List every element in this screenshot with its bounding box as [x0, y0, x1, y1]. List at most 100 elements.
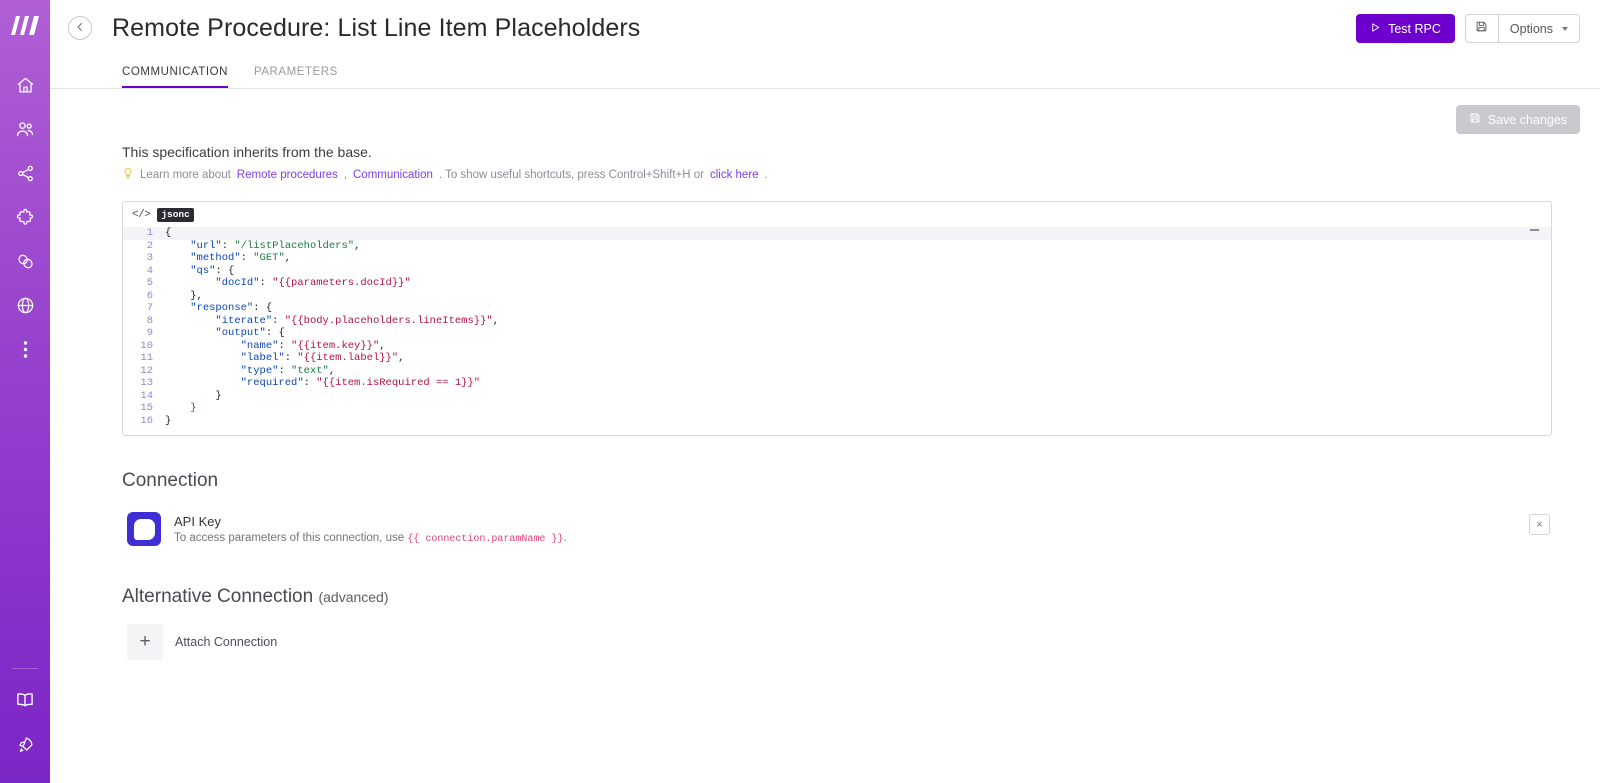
line-number: 5	[146, 277, 153, 289]
code-text: "qs": {	[190, 264, 235, 277]
sidebar-item-webhooks[interactable]	[6, 286, 44, 324]
tab-communication[interactable]: Communication	[122, 66, 228, 88]
collapse-fold-icon[interactable]	[1530, 229, 1539, 231]
code-editor[interactable]: </> jsonc 1{2 "url": "/listPlaceholders"…	[122, 201, 1552, 436]
code-line[interactable]: 15 }	[123, 402, 1551, 415]
arrow-left-icon	[74, 21, 86, 36]
line-number: 7	[146, 302, 153, 314]
options-dropdown-button[interactable]: Options	[1497, 14, 1580, 43]
sidebar-divider	[12, 668, 38, 669]
code-line[interactable]: 11 "label": "{{item.label}}",	[123, 352, 1551, 365]
floppy-disk-icon	[1469, 112, 1481, 127]
code-line[interactable]: 5 "docId": "{{parameters.docId}}"	[123, 277, 1551, 290]
code-text: "url": "/listPlaceholders",	[190, 239, 361, 252]
code-text: "name": "{{item.key}}",	[240, 339, 386, 352]
attach-connection-row[interactable]: + Attach Connection	[127, 624, 1600, 660]
code-text: "output": {	[215, 327, 285, 339]
globe-icon	[16, 296, 35, 315]
tab-content-communication: Save changes This specification inherits…	[50, 89, 1600, 783]
hint-row: Learn more about Remote procedures, Comm…	[50, 167, 1600, 182]
code-text: }	[165, 414, 172, 427]
code-text: }	[190, 402, 197, 414]
line-number: 13	[140, 377, 153, 389]
line-number: 4	[146, 264, 153, 277]
code-line[interactable]: 14 }	[123, 390, 1551, 403]
save-changes-row: Save changes	[50, 89, 1600, 144]
link-remote-procedures[interactable]: Remote procedures	[237, 169, 338, 181]
code-line[interactable]: 12 "type": "text",	[123, 365, 1551, 378]
language-badge: jsonc	[157, 207, 194, 222]
more-dots-icon	[23, 340, 28, 359]
code-line[interactable]: 1{	[123, 227, 1551, 240]
code-line[interactable]: 7 "response": {	[123, 302, 1551, 315]
link-click-here[interactable]: click here	[710, 169, 759, 181]
save-icon-button[interactable]	[1464, 14, 1498, 43]
test-rpc-button[interactable]: Test RPC	[1356, 14, 1455, 43]
code-line[interactable]: 2 "url": "/listPlaceholders",	[123, 240, 1551, 253]
line-number: 15	[140, 402, 153, 414]
line-number: 12	[140, 364, 153, 377]
connection-param-code: {{ connection.paramName }}	[407, 533, 564, 545]
back-button[interactable]	[68, 16, 92, 40]
code-line[interactable]: 8 "iterate": "{{body.placeholders.lineIt…	[123, 315, 1551, 328]
tab-bar: Communication Parameters	[50, 56, 1600, 89]
home-icon	[16, 76, 35, 95]
code-text: "required": "{{item.isRequired == 1}}"	[240, 377, 481, 389]
connection-app-icon	[127, 512, 161, 546]
sidebar-item-home[interactable]	[6, 66, 44, 104]
sidebar-item-scenarios[interactable]	[6, 154, 44, 192]
connection-item[interactable]: API Key To access parameters of this con…	[127, 506, 1552, 552]
plus-icon[interactable]: +	[127, 624, 163, 660]
line-number: 14	[140, 389, 153, 402]
alt-connection-subtitle: (advanced)	[318, 589, 389, 605]
sidebar-item-more[interactable]	[6, 330, 44, 368]
make-logo[interactable]	[10, 14, 40, 36]
code-text: "label": "{{item.label}}",	[240, 352, 405, 364]
sidebar-item-whats-new[interactable]	[6, 725, 44, 763]
connection-section-title: Connection	[122, 470, 219, 491]
code-text: "response": {	[190, 302, 273, 314]
sidebar-item-team[interactable]	[6, 110, 44, 148]
hint-middle: . To show useful shortcuts, press Contro…	[438, 168, 704, 181]
page-title: Remote Procedure: List Line Item Placeho…	[112, 13, 641, 42]
puzzle-apps-icon	[16, 208, 35, 227]
save-changes-label: Save changes	[1487, 112, 1567, 127]
rocket-icon	[16, 735, 35, 754]
line-number: 9	[146, 327, 153, 339]
page-header: Remote Procedure: List Line Item Placeho…	[50, 0, 1600, 56]
line-number: 16	[140, 414, 153, 427]
code-line[interactable]: 3 "method": "GET",	[123, 252, 1551, 265]
attach-connection-label[interactable]: Attach Connection	[175, 624, 277, 660]
tab-parameters[interactable]: Parameters	[254, 66, 338, 88]
remove-connection-button[interactable]: ×	[1529, 514, 1550, 535]
connection-name: API Key	[174, 513, 221, 529]
connections-link-icon	[16, 252, 35, 271]
link-communication[interactable]: Communication	[353, 169, 433, 181]
connection-app-glyph	[133, 518, 155, 540]
scenarios-share-icon	[16, 164, 35, 183]
specification-inherit-text: This specification inherits from the bas…	[122, 144, 372, 160]
code-line[interactable]: 10 "name": "{{item.key}}",	[123, 340, 1551, 353]
sidebar-item-apps[interactable]	[6, 198, 44, 236]
code-line[interactable]: 9 "output": {	[123, 327, 1551, 340]
code-line[interactable]: 13 "required": "{{item.isRequired == 1}}…	[123, 377, 1551, 390]
close-icon: ×	[1536, 518, 1543, 531]
save-changes-button[interactable]: Save changes	[1455, 105, 1580, 134]
save-options-group: Options	[1464, 14, 1580, 43]
lightbulb-icon	[122, 167, 134, 182]
code-line[interactable]: 16}	[123, 415, 1551, 428]
code-content[interactable]: 1{2 "url": "/listPlaceholders", 3 "method…	[123, 223, 1551, 435]
sidebar-item-connections[interactable]	[6, 242, 44, 280]
line-number: 10	[140, 339, 153, 352]
sidebar-item-documentation[interactable]	[6, 681, 44, 719]
connection-desc-prefix: To access parameters of this connection,…	[174, 531, 408, 544]
team-icon	[15, 119, 35, 139]
code-line[interactable]: 4 "qs": {	[123, 265, 1551, 278]
code-editor-header: </> jsonc	[123, 202, 1551, 223]
line-number: 2	[146, 239, 153, 252]
hint-prefix: Learn more about	[140, 168, 231, 181]
connection-description: To access parameters of this connection,…	[174, 532, 567, 545]
code-line[interactable]: 6 },	[123, 290, 1551, 303]
line-number: 1	[146, 227, 153, 239]
hint-sep: ,	[343, 168, 347, 181]
